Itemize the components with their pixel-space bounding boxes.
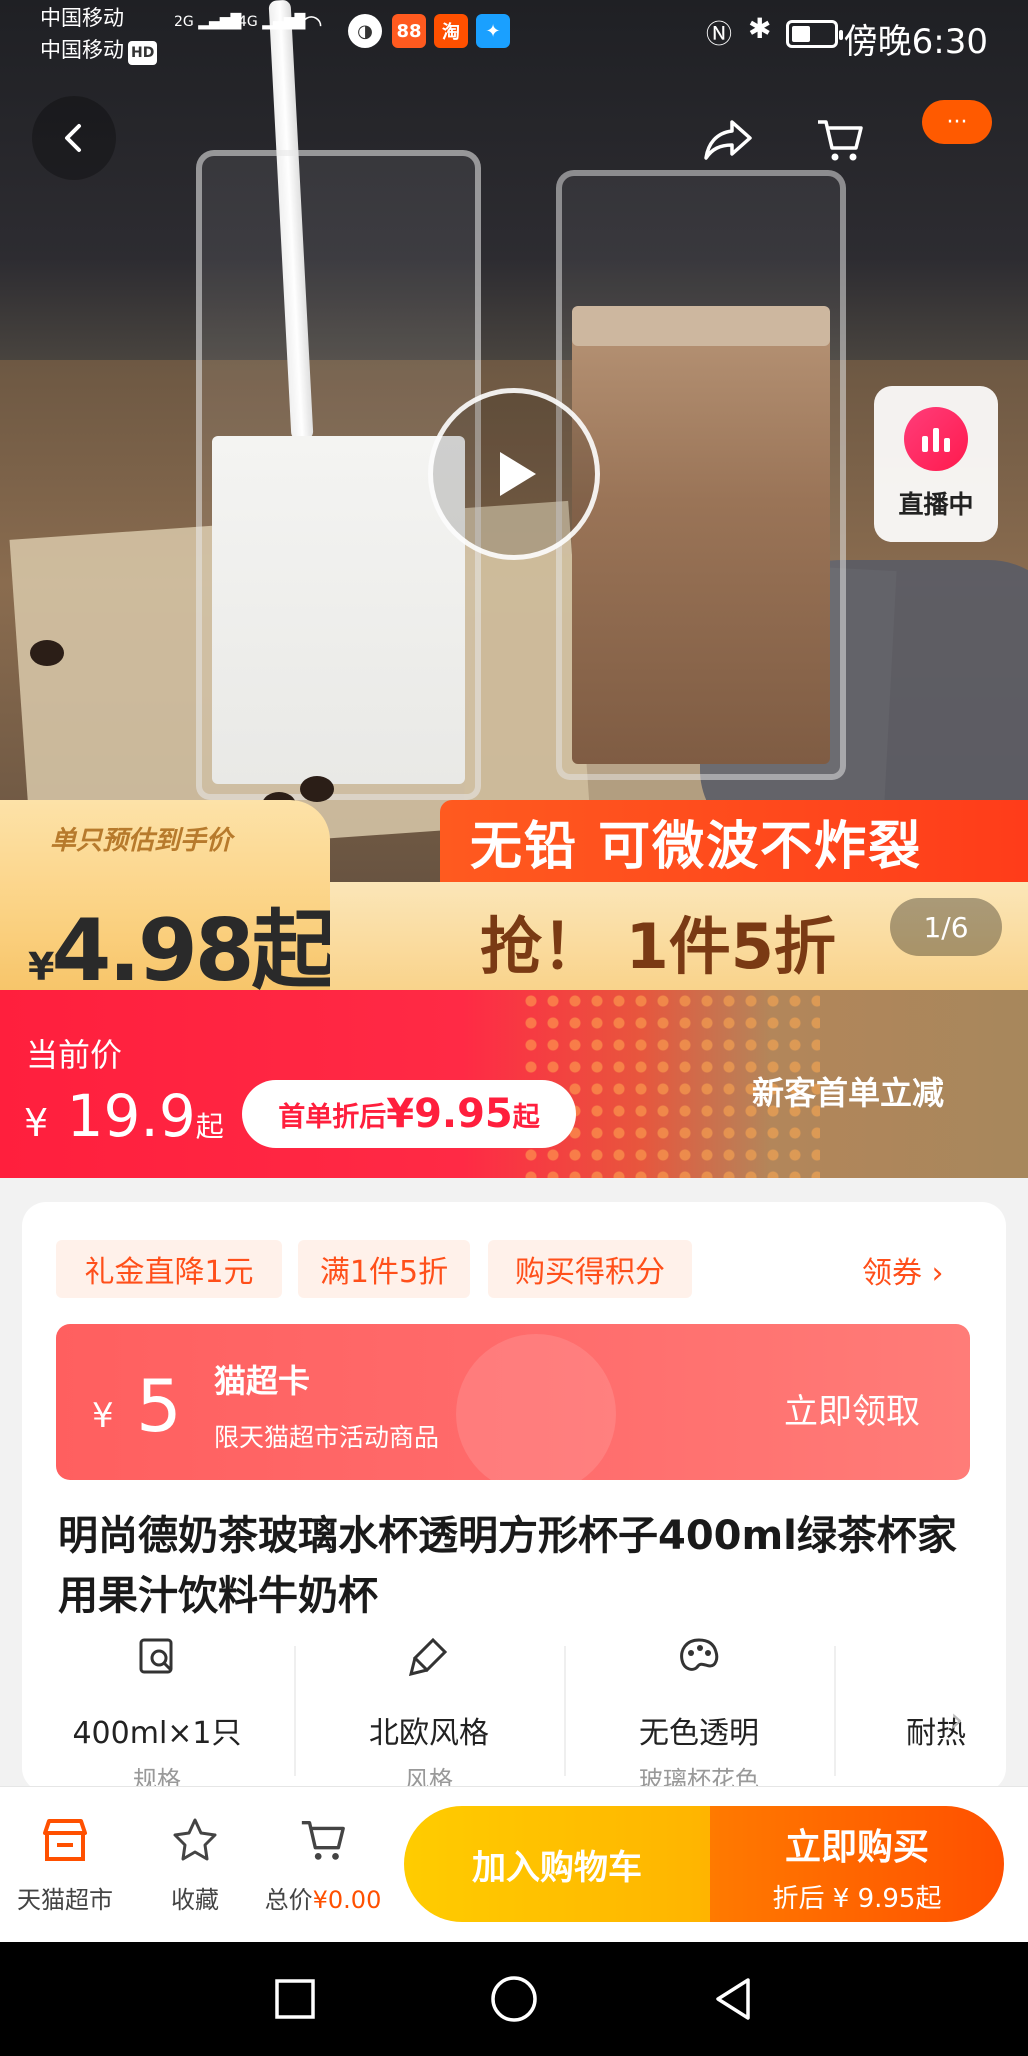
coupon-currency: ¥ <box>92 1396 114 1436</box>
bulb-icon: ✦ <box>476 14 510 48</box>
status-bar: 中国移动 中国移动 HD 2G ▂▄▆█ 4G ▂▄▆█ ◠ ◑ 88 淘 ✦ Ⓝ… <box>0 0 1028 68</box>
offer-tag[interactable]: 礼金直降1元 <box>56 1240 282 1298</box>
chevron-right-icon[interactable]: › <box>950 1700 964 1740</box>
coffee-bean <box>300 776 334 802</box>
carrier-2: 中国移动 HD <box>40 38 158 65</box>
current-price-label: 当前价 <box>26 1036 123 1074</box>
store-icon <box>43 1819 87 1861</box>
share-button[interactable] <box>688 100 768 180</box>
spec-item[interactable]: 400ml×1只 规格 <box>22 1636 292 1794</box>
chevron-right-icon: › <box>931 1256 944 1291</box>
get-coupon-link[interactable]: 领券 › <box>862 1248 944 1292</box>
circle-icon <box>491 1976 537 2022</box>
palette-icon <box>680 1638 719 1671</box>
current-price: ¥ 19.9起 <box>24 1082 224 1150</box>
taobao-icon: 88 <box>392 14 426 48</box>
play-icon <box>500 452 536 496</box>
spec-item[interactable]: 无色透明 玻璃杯花色 <box>564 1636 834 1794</box>
signal-4g: 4G ▂▄▆█ <box>238 14 306 30</box>
promo-headline: 无铅 可微波不炸裂 <box>440 800 1028 882</box>
cart-icon <box>301 1821 345 1860</box>
live-label: 直播中 <box>898 490 974 519</box>
media-pager: 1/6 <box>890 898 1002 956</box>
coffee-bean <box>30 640 64 666</box>
buy-now-button[interactable]: 立即购买 折后 ¥ 9.95起 <box>710 1806 1004 1922</box>
cart-icon <box>818 120 863 161</box>
tmall-icon: 淘 <box>434 14 468 48</box>
spec-item[interactable]: 耐热 <box>834 1636 994 1786</box>
spec-item[interactable]: 北欧风格 风格 <box>294 1636 564 1794</box>
share-icon <box>704 120 752 160</box>
favorite-button[interactable]: 收藏 <box>150 1810 240 1915</box>
store-button[interactable]: 天猫超市 <box>6 1810 124 1915</box>
nfc-icon: Ⓝ <box>706 20 733 50</box>
new-customer-label: 新客首单立减 <box>752 1074 945 1112</box>
add-to-cart-button[interactable]: 加入购物车 <box>404 1806 710 1922</box>
claim-coupon-button[interactable]: 立即领取 <box>784 1384 920 1433</box>
square-icon <box>275 1979 315 2019</box>
battery-icon <box>786 20 843 48</box>
live-button[interactable]: 直播中 <box>874 386 998 542</box>
recents-button[interactable] <box>262 1966 328 2032</box>
offer-tag[interactable]: 购买得积分 <box>488 1240 692 1298</box>
star-icon <box>173 1818 217 1861</box>
cart-button[interactable] <box>800 100 880 180</box>
clock: 傍晚6:30 <box>843 22 988 62</box>
back-icon <box>65 124 81 152</box>
estimate-label: 单只预估到手价 <box>50 826 233 856</box>
back-nav-button[interactable] <box>700 1966 766 2032</box>
first-order-price-badge: 首单折后 ¥9.95 起 <box>242 1080 576 1148</box>
bluetooth-icon: ✱ <box>748 12 772 45</box>
carrier-1: 中国移动 <box>40 6 124 30</box>
cart-total-button[interactable]: 总价¥0.00 <box>258 1810 388 1915</box>
coupon-subtitle: 限天猫超市活动商品 <box>214 1423 440 1452</box>
estimate-price: ¥4.98起 <box>28 901 338 1001</box>
more-button[interactable]: ··· <box>922 100 992 144</box>
back-button[interactable] <box>32 96 116 180</box>
home-button[interactable] <box>481 1966 547 2032</box>
play-button[interactable] <box>428 388 600 560</box>
promo-deal: 抢！ 1件5折 <box>480 910 836 983</box>
live-icon <box>904 407 968 471</box>
product-title: 明尚德奶茶玻璃水杯透明方形杯子400ml绿茶杯家用果汁饮料牛奶杯 <box>58 1513 957 1619</box>
signal-2g: 2G ▂▄▆█ <box>174 14 242 30</box>
spec-size-icon <box>139 1638 173 1674</box>
offer-tag[interactable]: 满1件5折 <box>298 1240 470 1298</box>
brush-icon <box>409 1637 448 1676</box>
triangle-back-icon <box>716 1978 750 2020</box>
browser-icon: ◑ <box>348 14 382 48</box>
coupon-title: 猫超卡 <box>214 1362 311 1400</box>
wifi-icon: ◠ <box>300 10 323 40</box>
coupon-amount: 5 <box>136 1364 182 1448</box>
